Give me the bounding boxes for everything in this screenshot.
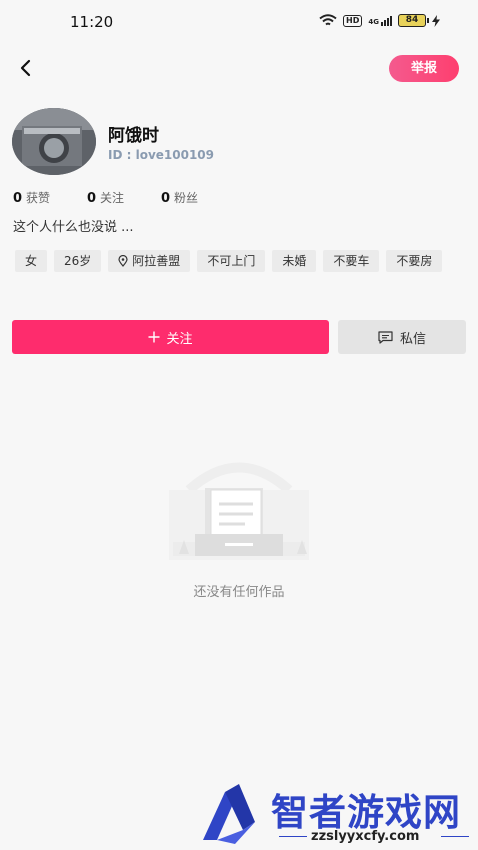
- follow-button-label: 关注: [166, 331, 193, 347]
- stat-fans[interactable]: 0 粉丝: [161, 189, 198, 206]
- avatar[interactable]: [12, 108, 96, 175]
- user-id: ID : love100109: [108, 148, 214, 162]
- message-button[interactable]: 私信: [338, 320, 466, 354]
- profile-stats: 0 获赞 0 关注 0 粉丝: [13, 189, 198, 206]
- watermark-logo: [203, 784, 255, 844]
- status-time: 11:20: [70, 13, 114, 31]
- stat-likes-label: 获赞: [26, 191, 51, 205]
- stat-following[interactable]: 0 关注: [87, 189, 161, 206]
- tag-gender: 女: [15, 250, 48, 272]
- stat-following-label: 关注: [100, 191, 125, 205]
- empty-document-icon: [169, 462, 309, 560]
- message-button-label: 私信: [399, 331, 426, 347]
- tag-house: 不要房: [386, 250, 443, 272]
- nickname: 阿饿时: [108, 126, 159, 146]
- stat-likes[interactable]: 0 获赞: [13, 189, 87, 206]
- plus-icon: [148, 331, 160, 343]
- tag-car: 不要车: [323, 250, 380, 272]
- status-icons: HD 4G 84: [319, 14, 440, 27]
- site-watermark: 智者游戏网 zzslyyxcfy.com: [195, 778, 475, 848]
- tag-marital: 未婚: [272, 250, 317, 272]
- status-bar: 11:20 HD 4G 84: [0, 0, 478, 46]
- message-icon: [378, 330, 393, 344]
- watermark-line-right: [441, 836, 469, 837]
- report-button[interactable]: 举报: [389, 55, 459, 82]
- watermark-line-left: [279, 836, 307, 837]
- avatar-image: [12, 108, 96, 175]
- tag-location: 阿拉善盟: [108, 250, 191, 272]
- profile-tags: 女 26岁 阿拉善盟 不可上门 未婚 不要车 不要房: [15, 250, 465, 272]
- stat-following-count: 0: [87, 191, 97, 206]
- battery-icon: 84: [398, 14, 429, 27]
- tag-visit: 不可上门: [197, 250, 266, 272]
- watermark-title: 智者游戏网: [271, 791, 461, 834]
- bio: 这个人什么也没说 ...: [13, 220, 134, 235]
- watermark-url: zzslyyxcfy.com: [311, 829, 420, 844]
- wifi-icon: [319, 14, 337, 26]
- stat-likes-count: 0: [13, 191, 23, 206]
- empty-state-text: 还没有任何作品: [193, 585, 285, 600]
- signal-icon: 4G: [368, 15, 392, 26]
- stat-fans-label: 粉丝: [174, 191, 199, 205]
- hd-icon: HD: [343, 14, 363, 27]
- tag-age: 26岁: [54, 250, 102, 272]
- follow-button[interactable]: 关注: [12, 320, 329, 354]
- charging-icon: [432, 14, 440, 27]
- chevron-left-icon: [20, 59, 31, 77]
- location-pin-icon: [118, 255, 128, 267]
- stat-fans-count: 0: [161, 191, 171, 206]
- back-button[interactable]: [14, 56, 38, 80]
